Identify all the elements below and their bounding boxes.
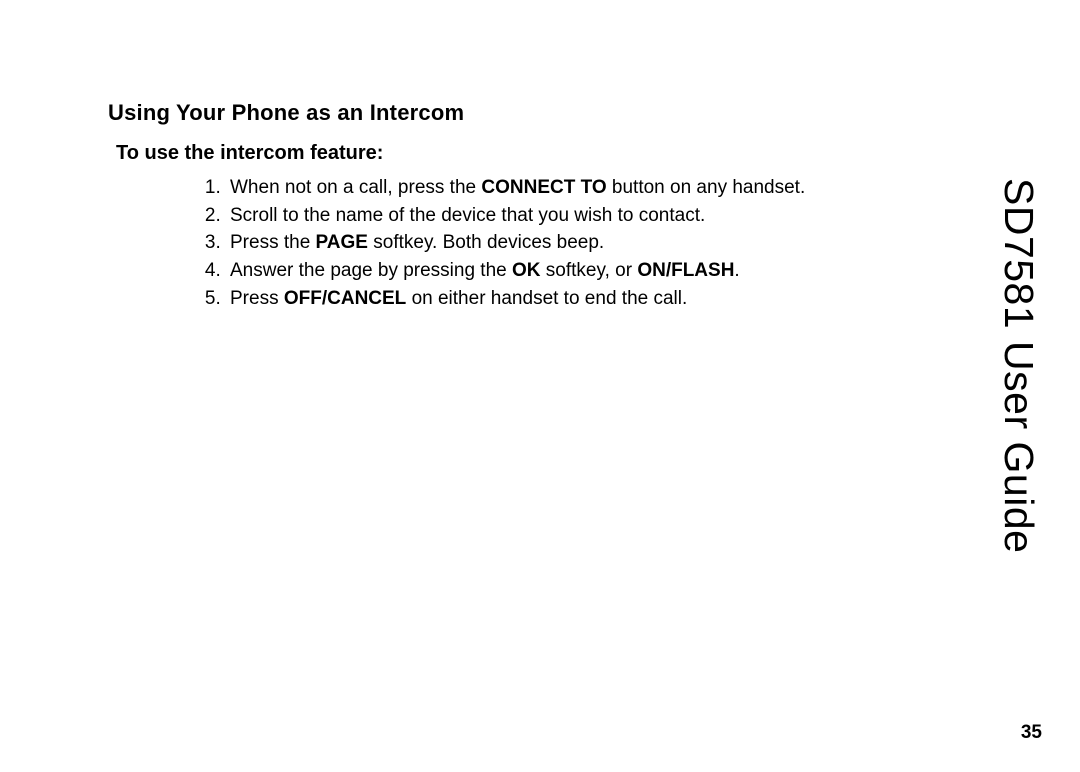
step-text: When not on a call, press the [230, 177, 481, 198]
list-item: Scroll to the name of the device that yo… [226, 203, 888, 231]
sub-heading: To use the intercom feature: [116, 142, 888, 165]
list-item: Press the PAGE softkey. Both devices bee… [226, 230, 888, 258]
step-text: Press the [230, 232, 316, 253]
step-bold: OFF/CANCEL [284, 288, 406, 309]
page-number: 35 [1021, 722, 1042, 744]
step-text: . [734, 260, 739, 281]
main-content: Using Your Phone as an Intercom To use t… [108, 100, 888, 313]
list-item: When not on a call, press the CONNECT TO… [226, 175, 888, 203]
document-title-vertical: SD7581 User Guide [995, 178, 1042, 553]
step-text: Answer the page by pressing the [230, 260, 512, 281]
step-text: Scroll to the name of the device that yo… [230, 205, 705, 226]
list-item: Press OFF/CANCEL on either handset to en… [226, 286, 888, 314]
step-bold: CONNECT TO [481, 177, 606, 198]
step-text: softkey. Both devices beep. [368, 232, 604, 253]
step-bold: OK [512, 260, 541, 281]
page: Using Your Phone as an Intercom To use t… [0, 0, 1080, 772]
step-text: Press [230, 288, 284, 309]
step-text: button on any handset. [607, 177, 806, 198]
step-bold: ON/FLASH [637, 260, 734, 281]
section-heading: Using Your Phone as an Intercom [108, 100, 888, 126]
list-item: Answer the page by pressing the OK softk… [226, 258, 888, 286]
step-text: softkey, or [541, 260, 638, 281]
step-bold: PAGE [316, 232, 368, 253]
steps-list: When not on a call, press the CONNECT TO… [156, 175, 888, 313]
step-text: on either handset to end the call. [406, 288, 687, 309]
